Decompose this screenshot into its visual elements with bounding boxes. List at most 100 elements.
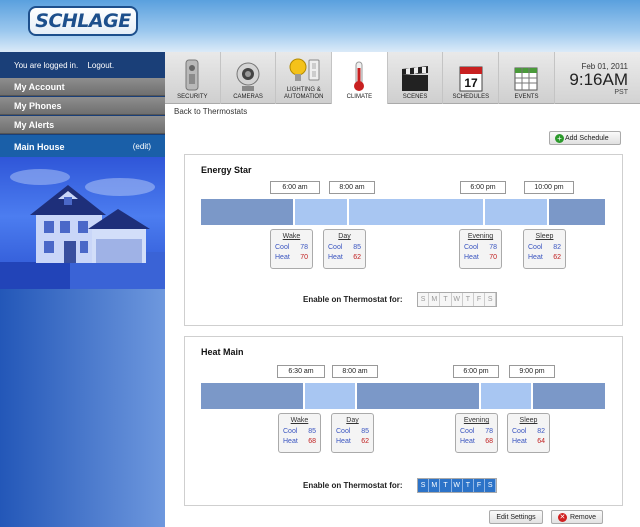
top-nav: SECURITY CAMERAS LIGHTING & AUTOMATION C… xyxy=(165,52,555,104)
house-illustration xyxy=(0,169,165,289)
cool-value: 78 xyxy=(300,244,308,251)
period-box-evening[interactable]: Evening Cool 78 Heat 70 xyxy=(459,229,502,269)
nav-climate[interactable]: CLIMATE xyxy=(332,52,388,104)
cool-value: 78 xyxy=(485,428,493,435)
period-box-day[interactable]: Day Cool 85 Heat 62 xyxy=(331,413,374,453)
period-name[interactable]: Wake xyxy=(275,233,308,240)
cool-value: 78 xyxy=(489,244,497,251)
clock-time: 9:16AM xyxy=(569,70,628,89)
sidebar-item-my-alerts[interactable]: My Alerts xyxy=(0,116,165,134)
day-toggle-sat[interactable]: S xyxy=(485,479,497,492)
enable-on-thermostat-label: Enable on Thermostat for: xyxy=(303,481,403,490)
day-toggle-wed[interactable]: W xyxy=(451,293,463,306)
nav-cameras[interactable]: CAMERAS xyxy=(221,52,277,104)
heat-label: Heat xyxy=(275,254,290,261)
time-label: 10:00 pm xyxy=(524,181,574,194)
sidebar-item-label: My Phones xyxy=(14,101,62,111)
cool-label: Cool xyxy=(328,244,343,251)
nav-label: CLIMATE xyxy=(346,94,373,100)
calendar-icon: 17 xyxy=(459,66,483,92)
lock-icon xyxy=(185,59,199,91)
nav-schedules[interactable]: 17 SCHEDULES xyxy=(443,52,500,104)
period-box-day[interactable]: Day Cool 85 Heat 62 xyxy=(323,229,366,269)
period-name[interactable]: Sleep xyxy=(512,417,545,424)
schedule-bar-segment[interactable] xyxy=(549,199,605,225)
thermometer-icon xyxy=(354,61,365,91)
schedule-bar-segment[interactable] xyxy=(305,383,355,409)
remove-label: Remove xyxy=(569,513,597,521)
day-toggle-sun[interactable]: S xyxy=(418,479,430,492)
period-name[interactable]: Sleep xyxy=(528,233,561,240)
schedule-bar-segment[interactable] xyxy=(201,199,293,225)
house-name: Main House xyxy=(14,142,65,152)
nav-label: SECURITY xyxy=(177,94,208,100)
schedule-bar-segment[interactable] xyxy=(485,199,547,225)
house-edit-link[interactable]: (edit) xyxy=(133,142,151,157)
clock-timezone: PST xyxy=(614,89,628,96)
day-toggle-tue[interactable]: T xyxy=(440,293,452,306)
cool-label: Cool xyxy=(283,428,298,435)
period-box-sleep[interactable]: Sleep Cool 82 Heat 62 xyxy=(523,229,566,269)
logout-link[interactable]: Logout. xyxy=(87,61,114,70)
day-selector: S M T W T F S xyxy=(417,478,498,493)
edit-settings-label: Edit Settings xyxy=(496,513,536,521)
edit-settings-button[interactable]: Edit Settings xyxy=(489,510,543,524)
day-toggle-thu[interactable]: T xyxy=(462,479,474,492)
day-toggle-sun[interactable]: S xyxy=(418,293,430,306)
heat-value: 62 xyxy=(361,438,369,445)
heat-label: Heat xyxy=(512,438,527,445)
period-name[interactable]: Evening xyxy=(460,417,493,424)
heat-label: Heat xyxy=(464,254,479,261)
schlage-logo[interactable]: SCHLAGE xyxy=(28,6,138,36)
period-name[interactable]: Day xyxy=(336,417,369,424)
schedule-bar-segment[interactable] xyxy=(357,383,479,409)
period-box-wake[interactable]: Wake Cool 85 Heat 68 xyxy=(278,413,321,453)
period-name[interactable]: Wake xyxy=(283,417,316,424)
day-toggle-mon[interactable]: M xyxy=(429,479,441,492)
day-toggle-tue[interactable]: T xyxy=(440,479,452,492)
schedule-bar-segment[interactable] xyxy=(481,383,531,409)
sidebar-item-my-account[interactable]: My Account xyxy=(0,78,165,96)
back-to-thermostats-link[interactable]: Back to Thermostats xyxy=(174,107,247,116)
add-schedule-button[interactable]: + Add Schedule xyxy=(549,131,621,145)
day-toggle-thu[interactable]: T xyxy=(462,293,474,306)
heat-label: Heat xyxy=(460,438,475,445)
enable-on-thermostat-label: Enable on Thermostat for: xyxy=(303,295,403,304)
period-box-evening[interactable]: Evening Cool 78 Heat 68 xyxy=(455,413,498,453)
close-icon: ✕ xyxy=(557,512,567,522)
day-toggle-mon[interactable]: M xyxy=(429,293,441,306)
period-box-wake[interactable]: Wake Cool 78 Heat 70 xyxy=(270,229,313,269)
house-selector[interactable]: Main House (edit) xyxy=(0,135,165,157)
remove-button[interactable]: ✕ Remove xyxy=(551,510,603,524)
time-label: 8:00 am xyxy=(329,181,375,194)
nav-label: EVENTS xyxy=(514,94,539,100)
day-toggle-fri[interactable]: F xyxy=(473,293,486,306)
day-toggle-wed[interactable]: W xyxy=(451,479,463,492)
cool-label: Cool xyxy=(460,428,475,435)
calendar-day-number: 17 xyxy=(464,76,478,90)
day-toggle-fri[interactable]: F xyxy=(473,479,486,492)
schedule-bar-segment[interactable] xyxy=(295,199,347,225)
nav-security[interactable]: SECURITY xyxy=(165,52,221,104)
time-label: 6:30 am xyxy=(277,365,325,378)
nav-events[interactable]: EVENTS xyxy=(499,52,555,104)
schedule-bar-segment[interactable] xyxy=(201,383,303,409)
nav-scenes[interactable]: SCENES xyxy=(388,52,444,104)
cool-label: Cool xyxy=(512,428,527,435)
period-name[interactable]: Day xyxy=(328,233,361,240)
lightbulb-icon xyxy=(289,58,320,81)
day-toggle-sat[interactable]: S xyxy=(485,293,497,306)
heat-value: 62 xyxy=(353,254,361,261)
period-box-sleep[interactable]: Sleep Cool 82 Heat 64 xyxy=(507,413,550,453)
sidebar-item-my-phones[interactable]: My Phones xyxy=(0,97,165,115)
plus-icon: + xyxy=(555,133,564,143)
cool-value: 82 xyxy=(537,428,545,435)
nav-lighting[interactable]: LIGHTING & AUTOMATION xyxy=(276,52,333,104)
schedule-panel-energy-star: Energy Star 6:00 am 8:00 am 6:00 pm 10:0… xyxy=(184,154,623,326)
schedule-bar-segment[interactable] xyxy=(349,199,483,225)
sidebar-item-label: My Alerts xyxy=(14,120,55,130)
schedule-bar-segment[interactable] xyxy=(533,383,605,409)
cool-value: 85 xyxy=(361,428,369,435)
time-label: 6:00 am xyxy=(270,181,320,194)
period-name[interactable]: Evening xyxy=(464,233,497,240)
